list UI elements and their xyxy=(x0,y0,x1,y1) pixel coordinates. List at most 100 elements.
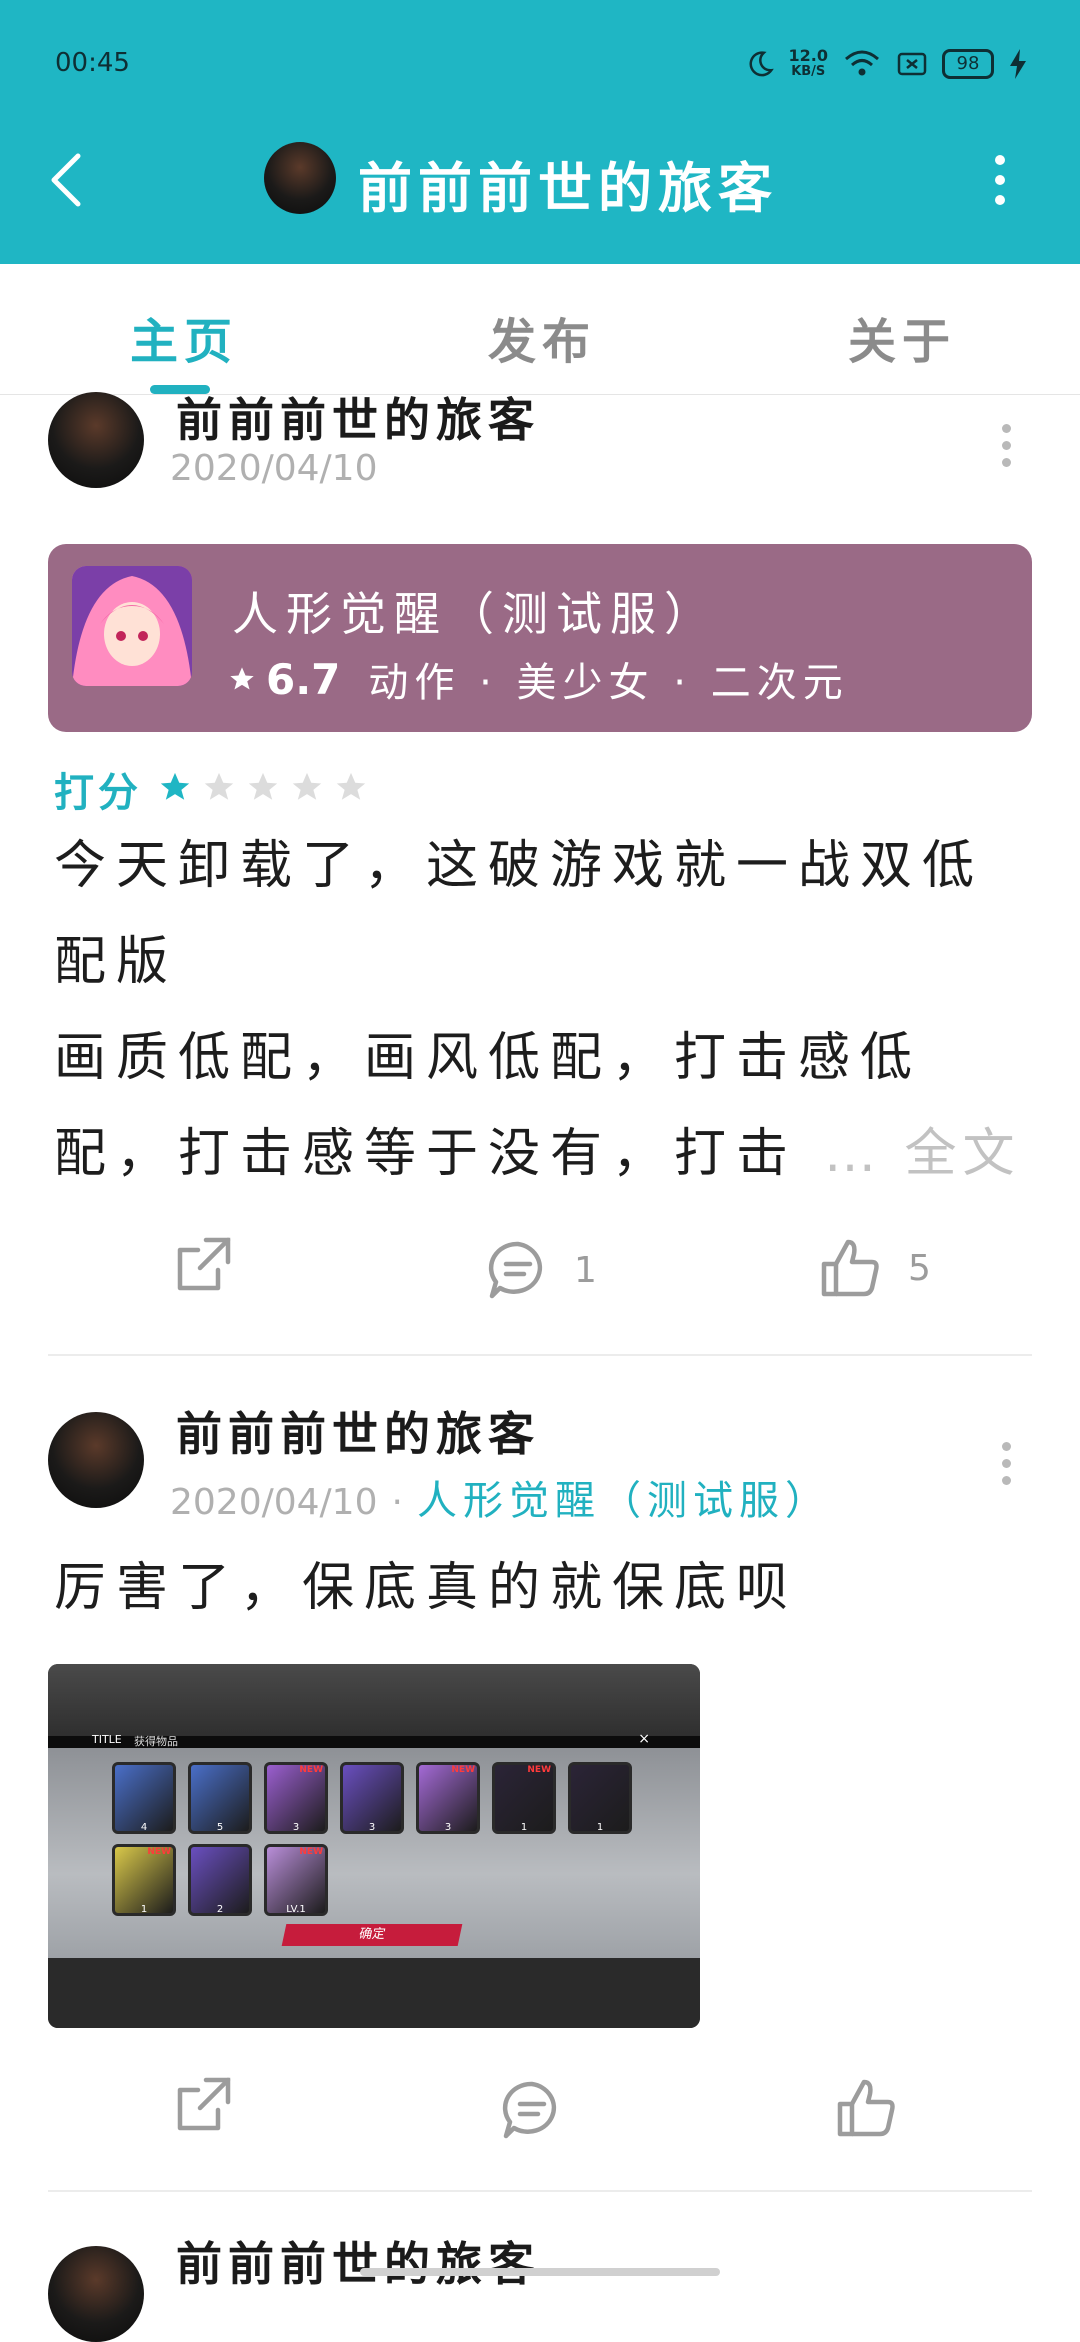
image-top-scene xyxy=(48,1664,700,1736)
moon-icon xyxy=(749,51,774,77)
inventory-slot: 3 NEW xyxy=(416,1762,480,1834)
post-avatar[interactable] xyxy=(48,2246,144,2342)
star-filled-icon xyxy=(160,772,190,800)
post-author[interactable]: 前前前世的旅客 xyxy=(176,2228,540,2294)
post-avatar[interactable] xyxy=(48,1412,144,1508)
home-indicator xyxy=(360,2268,720,2276)
inventory-slot: 1 NEW xyxy=(112,1844,176,1916)
network-speed-value: 12.0 xyxy=(788,46,828,65)
thumbs-up-icon xyxy=(821,1239,879,1297)
game-icon xyxy=(72,566,192,686)
star-empty-icon xyxy=(248,772,278,800)
share-button[interactable] xyxy=(172,1232,236,1296)
post-date: 2020/04/10 xyxy=(170,1482,378,1523)
post-date: 2020/04/10 xyxy=(170,448,378,489)
inventory-slot: 1 NEW xyxy=(492,1762,556,1834)
image-subtitle-text: 获得物品 xyxy=(134,1735,178,1748)
meta-separator: · xyxy=(391,1482,403,1523)
header-avatar[interactable] xyxy=(264,142,336,214)
status-icons: 12.0 KB/S 98 xyxy=(745,44,1028,84)
share-icon xyxy=(177,2077,231,2131)
battery-level: 98 xyxy=(942,49,994,79)
more-dot-icon xyxy=(995,155,1005,165)
image-confirm-label: 确定 xyxy=(357,1927,387,1942)
new-badge: NEW xyxy=(147,1847,171,1857)
inventory-slot-count: 1 xyxy=(596,1822,604,1833)
inventory-slot: 3 xyxy=(340,1762,404,1834)
image-confirm-button: 确定 xyxy=(281,1924,463,1946)
new-badge: NEW xyxy=(299,1765,323,1775)
post-meta: 2020/04/10 · 人形觉醒（测试服） xyxy=(170,1468,831,1526)
game-title: 人形觉醒（测试服） xyxy=(232,587,718,641)
network-speed-unit: KB/S xyxy=(791,64,826,79)
post-divider xyxy=(48,2190,1032,2192)
tab-home[interactable]: 主页 xyxy=(130,302,238,372)
game-rating: 6.7 xyxy=(266,654,341,704)
new-badge: NEW xyxy=(299,1847,323,1857)
like-button[interactable] xyxy=(834,2076,900,2140)
back-button[interactable] xyxy=(36,140,96,220)
new-badge: NEW xyxy=(527,1765,551,1775)
inventory-slot-count: 5 xyxy=(216,1822,224,1833)
image-close-icon: × xyxy=(638,1731,650,1747)
comment-count: 1 xyxy=(574,1249,597,1291)
charging-icon xyxy=(1010,49,1026,79)
status-time: 00:45 xyxy=(55,48,130,78)
star-empty-icon xyxy=(292,772,322,800)
tab-publish[interactable]: 发布 xyxy=(488,302,596,372)
like-count: 5 xyxy=(908,1247,931,1289)
star-empty-icon xyxy=(204,772,234,800)
back-arrow-icon xyxy=(51,153,81,207)
inventory-slot: 5 xyxy=(188,1762,252,1834)
star-icon xyxy=(230,667,254,690)
network-speed: 12.0 KB/S xyxy=(789,48,828,80)
comment-icon xyxy=(502,2081,557,2139)
image-bottom-scene xyxy=(48,1958,700,2028)
new-badge: NEW xyxy=(451,1765,475,1775)
full-text-link[interactable]: … 全文 xyxy=(824,1106,1021,1202)
post-more-button[interactable] xyxy=(1002,424,1011,467)
wifi-icon xyxy=(845,50,879,76)
score-label: 打分 xyxy=(54,770,142,816)
game-link[interactable]: 人形觉醒（测试服） xyxy=(417,1468,831,1526)
more-options-button[interactable] xyxy=(980,150,1020,210)
image-title-bar: TITLE 获得物品 × xyxy=(48,1731,700,1748)
inventory-slot: 1 xyxy=(568,1762,632,1834)
post-author[interactable]: 前前前世的旅客 xyxy=(176,384,540,450)
post-image[interactable]: TITLE 获得物品 × 4 5 3 NEW 3 3 NEW 1 NEW 1 1 NEW 2 LV.1 NE… xyxy=(48,1664,700,2028)
inventory-slot-count: 3 xyxy=(444,1822,452,1833)
inventory-slot: 4 xyxy=(112,1762,176,1834)
inventory-slot-count: 1 xyxy=(520,1822,528,1833)
post-text-line: 今天卸载了，这破游戏就一战双低 xyxy=(54,836,985,896)
tab-bar: 主页 发布 关于 xyxy=(0,264,1080,395)
comment-icon xyxy=(488,1241,543,1299)
post-text-line: 画质低配，画风低配，打击感低 xyxy=(54,1028,923,1088)
post-text: 厉害了，保底真的就保底呗 xyxy=(54,1558,799,1618)
inventory-slot-count: 2 xyxy=(216,1904,224,1915)
more-dot-icon xyxy=(995,195,1005,205)
inventory-slot-count: LV.1 xyxy=(286,1904,306,1915)
more-dot-icon xyxy=(995,175,1005,185)
thumbs-up-icon xyxy=(837,2079,895,2137)
share-button[interactable] xyxy=(172,2072,236,2136)
post-more-button[interactable] xyxy=(1002,1442,1011,1485)
inventory-slot: 3 NEW xyxy=(264,1762,328,1834)
post-author[interactable]: 前前前世的旅客 xyxy=(176,1398,540,1464)
game-tags: 动作 · 美少女 · 二次元 xyxy=(368,660,849,706)
inventory-slot-count: 4 xyxy=(140,1822,148,1833)
image-title-text: TITLE xyxy=(92,1733,122,1746)
game-meta: 6.7 动作 · 美少女 · 二次元 xyxy=(228,650,849,708)
inventory-slot-count: 3 xyxy=(292,1822,300,1833)
tab-about[interactable]: 关于 xyxy=(848,302,956,372)
sim-error-icon xyxy=(897,52,927,76)
inventory-slot: 2 xyxy=(188,1844,252,1916)
post-avatar[interactable] xyxy=(48,392,144,488)
post-text-line: 配，打击感等于没有，打击 xyxy=(54,1124,799,1184)
post-divider xyxy=(48,1354,1032,1356)
like-button[interactable]: 5 xyxy=(818,1236,931,1300)
comment-button[interactable]: 1 xyxy=(486,1238,597,1302)
comment-button[interactable] xyxy=(500,2078,564,2142)
post-text-line: 配版 xyxy=(54,932,179,992)
page-title: 前前前世的旅客 xyxy=(358,157,778,220)
inventory-slot: LV.1 NEW xyxy=(264,1844,328,1916)
